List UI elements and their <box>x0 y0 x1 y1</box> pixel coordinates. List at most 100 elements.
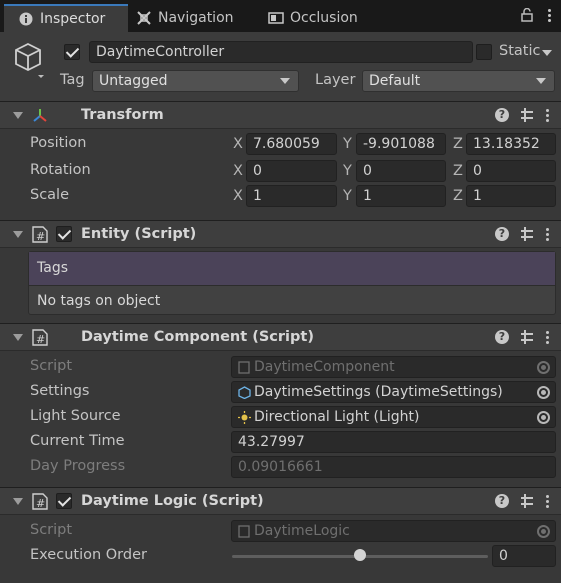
tab-occlusion[interactable]: Occlusion <box>254 4 374 32</box>
component-menu-kebab-icon[interactable] <box>545 227 549 241</box>
gameobject-name-field[interactable]: DaytimeController <box>89 41 473 63</box>
help-icon[interactable]: ? <box>495 330 509 344</box>
execution-order-slider-thumb[interactable] <box>354 549 366 561</box>
scale-y-field[interactable]: 1 <box>356 185 446 207</box>
gameobject-cube-icon[interactable] <box>14 42 46 82</box>
scale-x-value: 1 <box>253 188 262 204</box>
rotation-y-field[interactable]: 0 <box>356 160 446 182</box>
svg-text:#: # <box>36 333 45 346</box>
position-label: Position <box>30 135 87 151</box>
script-file-icon <box>238 524 251 538</box>
foldout-arrow-icon[interactable] <box>13 334 23 341</box>
foldout-arrow-icon[interactable] <box>13 231 23 238</box>
scale-z-field[interactable]: 1 <box>466 185 556 207</box>
light-source-reference-field[interactable]: Directional Light (Light) <box>231 406 556 428</box>
navigation-icon <box>136 10 152 26</box>
preset-settings-icon[interactable] <box>520 330 534 344</box>
entity-enabled-checkbox[interactable] <box>56 226 72 242</box>
position-y-axis[interactable]: Y <box>343 136 352 152</box>
chevron-down-icon <box>280 78 290 84</box>
light-source-label: Light Source <box>30 408 121 424</box>
scale-z-value: 1 <box>473 188 482 204</box>
layer-dropdown[interactable]: Default <box>362 70 555 92</box>
rotation-y-value: 0 <box>363 163 372 179</box>
gameobject-header: DaytimeController Static Tag Untagged La… <box>0 32 561 102</box>
static-label: Static <box>499 43 541 59</box>
rotation-x-axis[interactable]: X <box>233 163 243 179</box>
entity-script-header[interactable]: # Entity (Script) ? <box>0 220 561 248</box>
daytime-logic-enabled-checkbox[interactable] <box>56 493 72 509</box>
light-icon <box>238 410 251 424</box>
current-time-field[interactable]: 43.27997 <box>231 431 556 453</box>
tags-list-header: Tags <box>29 252 555 286</box>
svg-text:#: # <box>36 497 45 510</box>
gameobject-active-checkbox[interactable] <box>64 44 80 60</box>
daytime-logic-title: Daytime Logic (Script) <box>81 493 264 509</box>
scale-y-axis[interactable]: Y <box>343 188 352 204</box>
static-checkbox[interactable] <box>476 44 492 60</box>
preset-settings-icon[interactable] <box>520 227 534 241</box>
script-label: Script <box>30 358 73 374</box>
position-z-axis[interactable]: Z <box>453 136 463 152</box>
script-hash-icon: # <box>32 226 48 247</box>
rotation-x-field[interactable]: 0 <box>246 160 337 182</box>
info-icon <box>18 11 34 27</box>
component-menu-kebab-icon[interactable] <box>545 330 549 344</box>
rotation-z-field[interactable]: 0 <box>466 160 556 182</box>
position-x-field[interactable]: 7.680059 <box>246 133 337 155</box>
object-picker-icon[interactable] <box>537 386 550 399</box>
rotation-z-axis[interactable]: Z <box>453 163 463 179</box>
position-x-axis[interactable]: X <box>233 136 243 152</box>
rotation-label: Rotation <box>30 162 91 178</box>
scale-x-axis[interactable]: X <box>233 188 243 204</box>
help-icon[interactable]: ? <box>495 108 509 122</box>
script-reference-value: DaytimeComponent <box>254 359 395 375</box>
script-hash-icon: # <box>32 493 48 514</box>
foldout-arrow-icon[interactable] <box>13 112 23 119</box>
logic-script-reference-value: DaytimeLogic <box>254 523 350 539</box>
entity-title: Entity (Script) <box>81 226 197 242</box>
tab-inspector[interactable]: Inspector <box>4 4 128 32</box>
daytime-component-title: Daytime Component (Script) <box>81 329 314 345</box>
scale-label: Scale <box>30 187 70 203</box>
daytime-component-header[interactable]: # Daytime Component (Script) ? <box>0 323 561 351</box>
transform-title: Transform <box>81 107 164 123</box>
foldout-arrow-icon[interactable] <box>13 498 23 505</box>
execution-order-label: Execution Order <box>30 547 147 563</box>
current-time-label: Current Time <box>30 433 125 449</box>
scale-x-field[interactable]: 1 <box>246 185 337 207</box>
component-menu-kebab-icon[interactable] <box>545 494 549 508</box>
preset-settings-icon[interactable] <box>520 494 534 508</box>
settings-reference-field[interactable]: DaytimeSettings (DaytimeSettings) <box>231 381 556 403</box>
object-picker-icon <box>537 361 550 374</box>
layer-label: Layer <box>315 72 356 88</box>
transform-icon <box>31 107 49 129</box>
logic-script-reference-field: DaytimeLogic <box>231 520 556 542</box>
scale-y-value: 1 <box>363 188 372 204</box>
preset-settings-icon[interactable] <box>520 108 534 122</box>
object-picker-icon <box>537 525 550 538</box>
execution-order-value: 0 <box>499 548 508 564</box>
scale-z-axis[interactable]: Z <box>453 188 463 204</box>
chevron-down-icon <box>536 78 546 84</box>
help-icon[interactable]: ? <box>495 227 509 241</box>
tags-empty-message: No tags on object <box>37 293 161 309</box>
execution-order-field[interactable]: 0 <box>492 545 556 567</box>
rotation-z-value: 0 <box>473 163 482 179</box>
object-picker-icon[interactable] <box>537 411 550 424</box>
static-dropdown-arrow-icon[interactable] <box>542 50 552 56</box>
tab-menu-kebab-icon[interactable] <box>547 8 551 22</box>
rotation-y-axis[interactable]: Y <box>343 163 352 179</box>
tag-dropdown[interactable]: Untagged <box>92 70 299 92</box>
position-z-field[interactable]: 13.18352 <box>466 133 556 155</box>
component-menu-kebab-icon[interactable] <box>545 108 549 122</box>
tab-navigation[interactable]: Navigation <box>122 4 256 32</box>
position-x-value: 7.680059 <box>253 136 320 152</box>
tag-label: Tag <box>60 72 85 88</box>
help-icon[interactable]: ? <box>495 494 509 508</box>
position-y-field[interactable]: -9.901088 <box>356 133 446 155</box>
position-y-value: -9.901088 <box>363 136 435 152</box>
daytime-logic-header[interactable]: # Daytime Logic (Script) ? <box>0 487 561 515</box>
transform-header[interactable]: Transform ? <box>0 101 561 129</box>
lock-icon[interactable] <box>521 7 533 26</box>
